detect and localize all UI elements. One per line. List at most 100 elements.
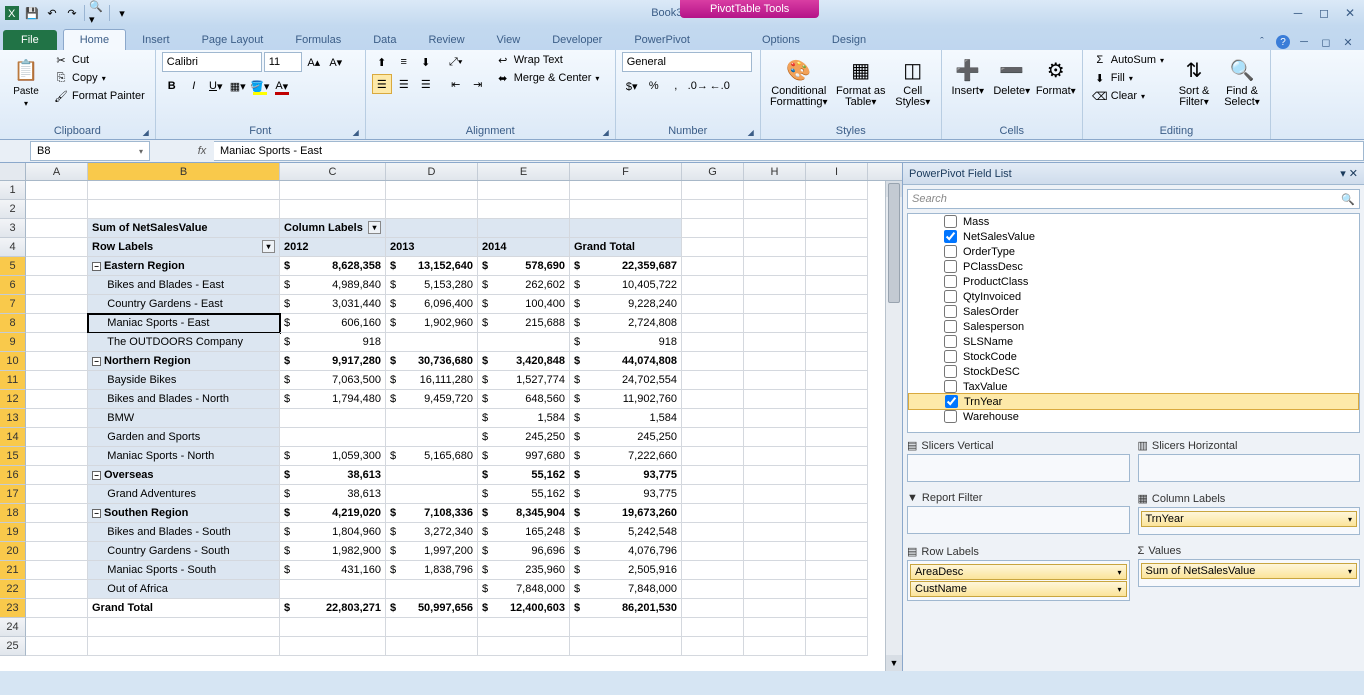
increase-indent-icon[interactable]: ⇥ — [468, 74, 488, 94]
row-header[interactable]: 18 — [0, 504, 26, 523]
excel-icon[interactable]: X — [4, 5, 20, 21]
col-header-A[interactable]: A — [26, 163, 88, 180]
pivot-row-label[interactable]: Grand Total — [88, 599, 280, 618]
pivot-row-label[interactable]: Bikes and Blades - South — [88, 523, 280, 542]
field-item-trnyear[interactable]: TrnYear — [908, 393, 1359, 410]
comma-icon[interactable]: , — [666, 76, 686, 96]
row-header[interactable]: 6 — [0, 276, 26, 295]
wrap-text-button[interactable]: ↩Wrap Text — [492, 52, 604, 68]
conditional-formatting-button[interactable]: 🎨Conditional Formatting▾ — [767, 52, 831, 108]
row-header[interactable]: 7 — [0, 295, 26, 314]
row-header[interactable]: 2 — [0, 200, 26, 219]
field-search-input[interactable]: Search🔍 — [907, 189, 1360, 209]
format-as-table-button[interactable]: ▦Format as Table▾ — [835, 52, 887, 108]
align-left-icon[interactable]: ☰ — [372, 74, 392, 94]
row-header[interactable]: 16 — [0, 466, 26, 485]
pivot-row-label[interactable]: −Northern Region — [88, 352, 280, 371]
field-checkbox[interactable] — [944, 335, 957, 348]
row-labels-filter[interactable]: ▾ — [262, 240, 275, 253]
format-cells-button[interactable]: ⚙Format▾ — [1036, 52, 1076, 97]
field-checkbox[interactable] — [944, 320, 957, 333]
minimize-button[interactable]: ─ — [1288, 5, 1308, 21]
pivot-row-label[interactable]: Bikes and Blades - North — [88, 390, 280, 409]
row-header[interactable]: 14 — [0, 428, 26, 447]
paste-button[interactable]: 📋 Paste ▾ — [6, 52, 46, 108]
align-center-icon[interactable]: ☰ — [394, 74, 414, 94]
tab-design[interactable]: Design — [816, 30, 882, 50]
report-filter-zone[interactable]: ▼Report Filter — [907, 490, 1130, 535]
vertical-scrollbar[interactable]: ▲ ▼ — [885, 181, 902, 671]
accounting-icon[interactable]: $▾ — [622, 76, 642, 96]
tab-developer[interactable]: Developer — [536, 30, 618, 50]
slicers-vertical-zone[interactable]: ▤Slicers Vertical — [907, 437, 1130, 482]
col-header-B[interactable]: B — [88, 163, 280, 180]
field-checkbox[interactable] — [944, 260, 957, 273]
field-checkbox[interactable] — [944, 230, 957, 243]
field-item-pclassdesc[interactable]: PClassDesc — [908, 259, 1359, 274]
col-header-D[interactable]: D — [386, 163, 478, 180]
delete-cells-button[interactable]: ➖Delete▾ — [992, 52, 1032, 97]
search-icon[interactable]: 🔍 — [1341, 193, 1355, 206]
row-header[interactable]: 11 — [0, 371, 26, 390]
col-header-F[interactable]: F — [570, 163, 682, 180]
clipboard-launcher[interactable]: ◢ — [143, 128, 149, 137]
insert-cells-button[interactable]: ➕Insert▾ — [948, 52, 988, 97]
decrease-indent-icon[interactable]: ⇤ — [446, 74, 466, 94]
align-right-icon[interactable]: ☰ — [416, 74, 436, 94]
col-header-C[interactable]: C — [280, 163, 386, 180]
field-checkbox[interactable] — [944, 275, 957, 288]
values-zone[interactable]: ΣValues Sum of NetSalesValue▾ — [1138, 543, 1361, 601]
alignment-launcher[interactable]: ◢ — [603, 128, 609, 137]
pivot-row-label[interactable]: Grand Adventures — [88, 485, 280, 504]
row-pill-areadesc[interactable]: AreaDesc▾ — [910, 564, 1127, 580]
field-item-productclass[interactable]: ProductClass — [908, 274, 1359, 289]
row-labels-zone[interactable]: ▤Row Labels AreaDesc▾ CustName▾ — [907, 543, 1130, 601]
row-header[interactable]: 8 — [0, 314, 26, 333]
field-item-netsalesvalue[interactable]: NetSalesValue — [908, 229, 1359, 244]
border-icon[interactable]: ▦▾ — [228, 76, 248, 96]
col-header-I[interactable]: I — [806, 163, 868, 180]
number-format-combo[interactable] — [622, 52, 752, 72]
minimize-ribbon-icon[interactable]: ˆ — [1254, 34, 1270, 50]
pivot-row-label[interactable]: Out of Africa — [88, 580, 280, 599]
value-pill-netsales[interactable]: Sum of NetSalesValue▾ — [1141, 563, 1358, 579]
column-pill-trnyear[interactable]: TrnYear▾ — [1141, 511, 1358, 527]
pivot-row-label[interactable]: Bayside Bikes — [88, 371, 280, 390]
doc-minimize-icon[interactable]: ─ — [1296, 34, 1312, 50]
row-header[interactable]: 17 — [0, 485, 26, 504]
pivot-row-label[interactable]: BMW — [88, 409, 280, 428]
align-middle-icon[interactable]: ≡ — [394, 52, 414, 72]
orientation-icon[interactable]: ⤢▾ — [446, 52, 466, 72]
tab-view[interactable]: View — [481, 30, 537, 50]
fill-color-icon[interactable]: 🪣▾ — [250, 76, 270, 96]
restore-button[interactable]: ◻ — [1314, 5, 1334, 21]
field-item-stockcode[interactable]: StockCode — [908, 349, 1359, 364]
fill-button[interactable]: ⬇Fill▾ — [1089, 70, 1168, 86]
pivot-row-label[interactable]: −Eastern Region — [88, 257, 280, 276]
format-painter-button[interactable]: 🖌Format Painter — [50, 88, 149, 104]
save-icon[interactable]: 💾 — [24, 5, 40, 21]
doc-close-icon[interactable]: ✕ — [1340, 34, 1356, 50]
pivot-row-label[interactable]: Bikes and Blades - East — [88, 276, 280, 295]
row-header[interactable]: 3 — [0, 219, 26, 238]
pivot-row-label[interactable]: Country Gardens - East — [88, 295, 280, 314]
grow-font-icon[interactable]: A▴ — [304, 52, 324, 72]
pivot-row-label[interactable]: −Southen Region — [88, 504, 280, 523]
row-header[interactable]: 23 — [0, 599, 26, 618]
field-item-warehouse[interactable]: Warehouse — [908, 409, 1359, 424]
font-color-icon[interactable]: A▾ — [272, 76, 292, 96]
underline-icon[interactable]: U▾ — [206, 76, 226, 96]
align-bottom-icon[interactable]: ⬇ — [416, 52, 436, 72]
row-header[interactable]: 12 — [0, 390, 26, 409]
row-header[interactable]: 15 — [0, 447, 26, 466]
cell-styles-button[interactable]: ◫Cell Styles▾ — [891, 52, 935, 108]
row-header[interactable]: 19 — [0, 523, 26, 542]
percent-icon[interactable]: % — [644, 76, 664, 96]
pivot-row-label[interactable]: −Overseas — [88, 466, 280, 485]
copy-button[interactable]: ⎘Copy▾ — [50, 70, 149, 86]
row-header[interactable]: 1 — [0, 181, 26, 200]
field-checkbox[interactable] — [944, 410, 957, 423]
row-header[interactable]: 4 — [0, 238, 26, 257]
tab-formulas[interactable]: Formulas — [279, 30, 357, 50]
field-item-qtyinvoiced[interactable]: QtyInvoiced — [908, 289, 1359, 304]
